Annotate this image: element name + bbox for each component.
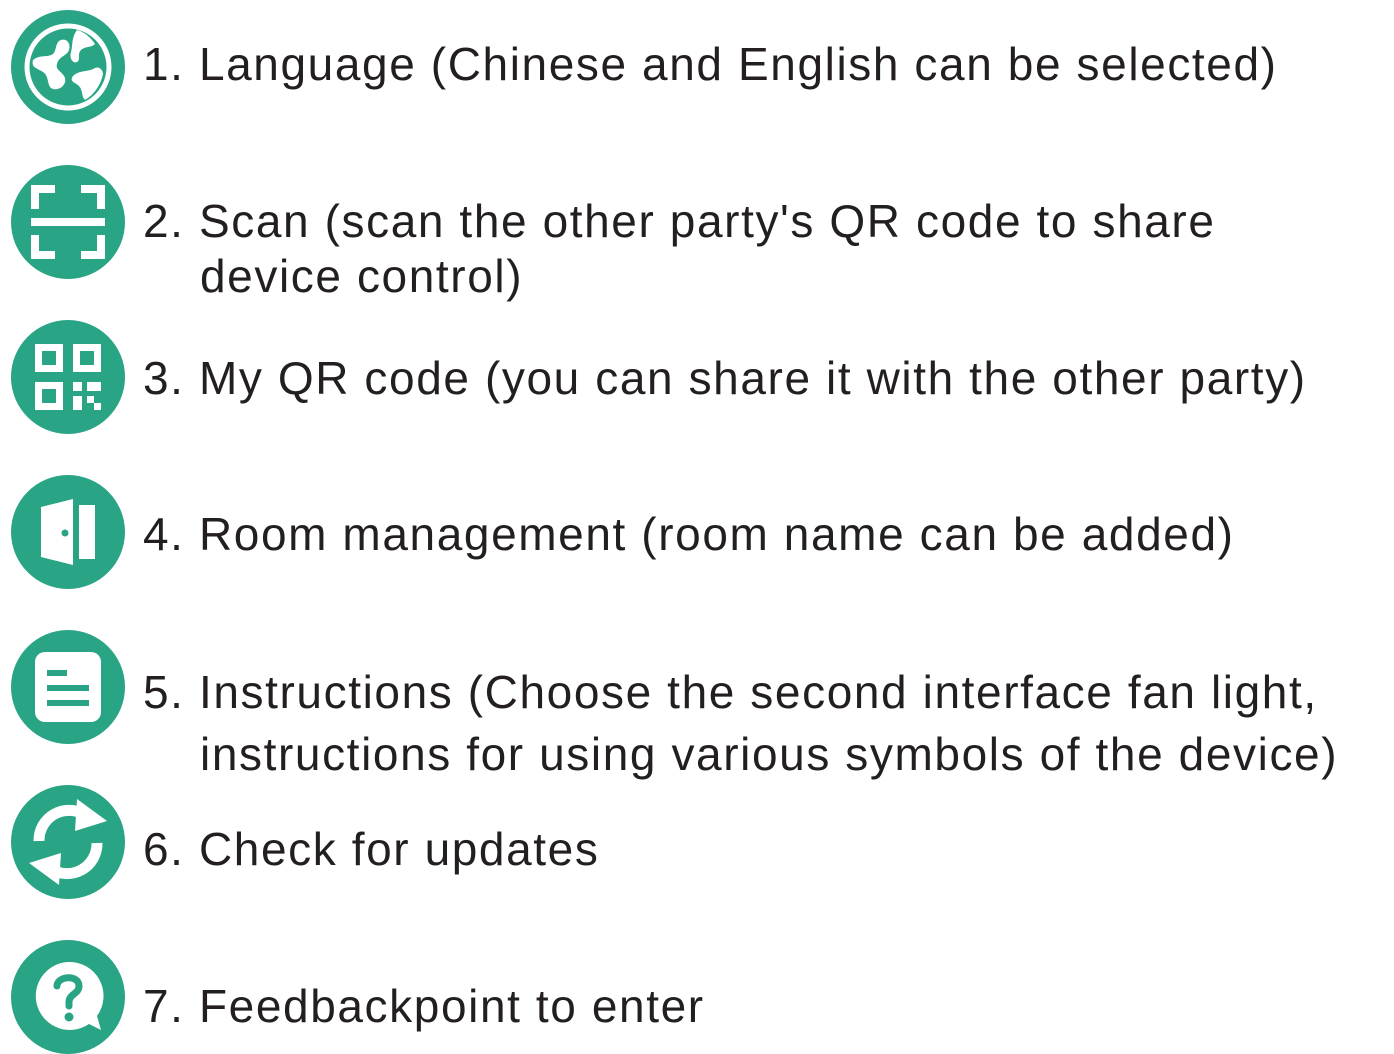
item-text: 1. Language (Chinese and English can be … [143, 38, 1278, 90]
scan-icon [11, 165, 125, 279]
item-text: 3. My QR code (you can share it with the… [143, 352, 1307, 404]
document-icon [11, 630, 125, 744]
feedback-question-icon [11, 940, 125, 1054]
door-icon [11, 475, 125, 589]
item-text: 6. Check for updates [143, 823, 600, 875]
item-text: 4. Room management (room name can be add… [143, 508, 1235, 560]
item-text: 5. Instructions (Choose the second inter… [143, 666, 1318, 718]
qr-code-icon [11, 320, 125, 434]
item-text-continued: device control) [200, 250, 524, 302]
refresh-icon [11, 785, 125, 899]
item-text: 7. Feedbackpoint to enter [143, 980, 705, 1032]
item-text: 2. Scan (scan the other party's QR code … [143, 195, 1216, 247]
globe-icon [11, 10, 125, 124]
item-text-continued: instructions for using various symbols o… [200, 728, 1339, 780]
